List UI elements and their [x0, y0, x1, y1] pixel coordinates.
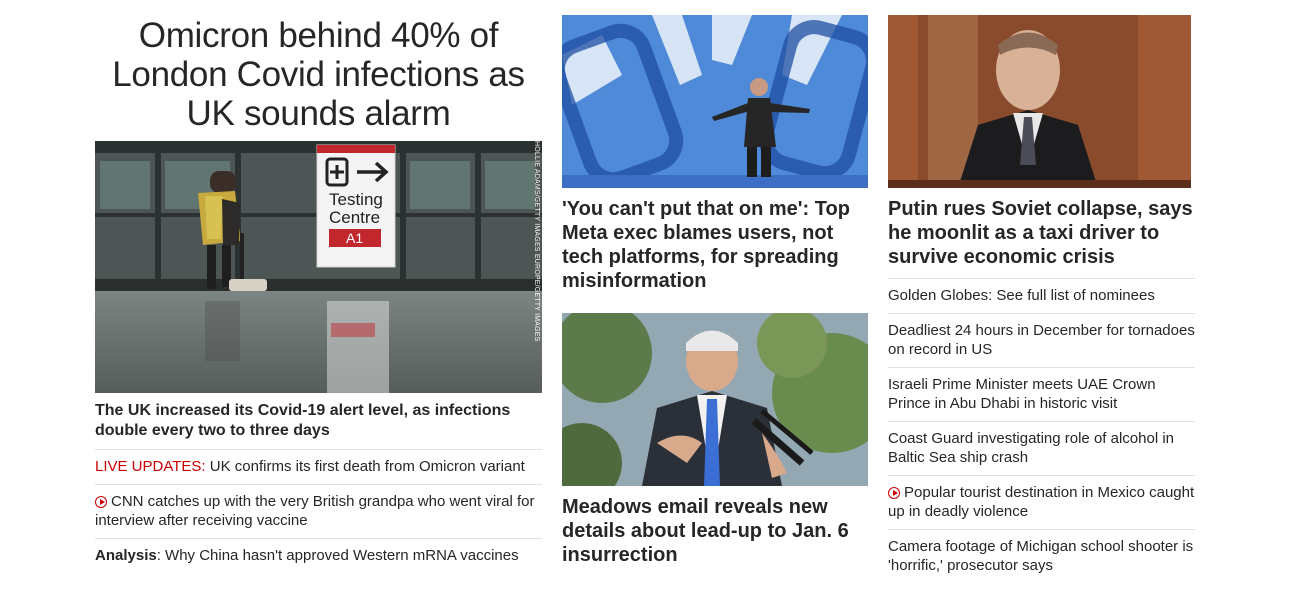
meadows-headline[interactable]: Meadows email reveals new details about … — [562, 495, 868, 567]
list-item-text: : Why China hasn't approved Western mRNA… — [156, 547, 519, 564]
list-item[interactable]: Golden Globes: See full list of nominees — [888, 278, 1195, 313]
lead-headline[interactable]: Omicron behind 40% of London Covid infec… — [95, 15, 542, 141]
sign-line2: Centre — [329, 208, 380, 227]
lead-photo[interactable]: Testing Centre A1 HOLLIE ADAMS/GETTY IMA… — [95, 141, 542, 393]
list-item[interactable]: Camera footage of Michigan school shoote… — [888, 529, 1195, 583]
list-item[interactable]: LIVE UPDATES: UK confirms its first deat… — [95, 449, 542, 484]
live-updates-label: LIVE UPDATES: — [95, 458, 206, 475]
middle-column: 'You can't put that on me': Top Meta exe… — [562, 15, 868, 567]
meadows-photo[interactable] — [562, 313, 868, 486]
list-item[interactable]: Deadliest 24 hours in December for torna… — [888, 313, 1195, 367]
list-item-text: Popular tourist destination in Mexico ca… — [888, 484, 1195, 520]
sign-line1: Testing — [329, 190, 383, 209]
meta-exec-photo[interactable] — [562, 15, 868, 188]
list-item[interactable]: Popular tourist destination in Mexico ca… — [888, 475, 1195, 529]
list-item-text: Camera footage of Michigan school shoote… — [888, 538, 1194, 574]
list-item-text: Israeli Prime Minister meets UAE Crown P… — [888, 376, 1156, 412]
list-item-text: UK confirms its first death from Omicron… — [205, 458, 525, 475]
lead-story-column: Omicron behind 40% of London Covid infec… — [95, 15, 542, 573]
putin-headline[interactable]: Putin rues Soviet collapse, says he moon… — [888, 197, 1195, 269]
list-item[interactable]: Israeli Prime Minister meets UAE Crown P… — [888, 367, 1195, 421]
lead-caption[interactable]: The UK increased its Covid-19 alert leve… — [95, 401, 542, 441]
analysis-label: Analysis — [95, 547, 157, 564]
right-headlines-list: Golden Globes: See full list of nominees… — [888, 278, 1195, 583]
meta-exec-headline[interactable]: 'You can't put that on me': Top Meta exe… — [562, 197, 868, 293]
list-item-text: Golden Globes: See full list of nominees — [888, 287, 1155, 304]
sign-badge: A1 — [346, 230, 363, 246]
list-item[interactable]: Analysis: Why China hasn't approved West… — [95, 538, 542, 573]
list-item-text: Deadliest 24 hours in December for torna… — [888, 322, 1195, 358]
play-icon — [95, 496, 107, 508]
list-item[interactable]: Coast Guard investigating role of alcoho… — [888, 421, 1195, 475]
list-item-text: Coast Guard investigating role of alcoho… — [888, 430, 1174, 466]
play-icon — [888, 487, 900, 499]
photo-credit: HOLLIE ADAMS/GETTY IMAGES EUROPE/GETTY I… — [533, 141, 540, 342]
putin-photo[interactable] — [888, 15, 1191, 188]
right-column: Putin rues Soviet collapse, says he moon… — [888, 15, 1195, 583]
list-item-text: CNN catches up with the very British gra… — [95, 493, 535, 529]
lead-related-list: LIVE UPDATES: UK confirms its first deat… — [95, 449, 542, 573]
list-item[interactable]: CNN catches up with the very British gra… — [95, 484, 542, 538]
